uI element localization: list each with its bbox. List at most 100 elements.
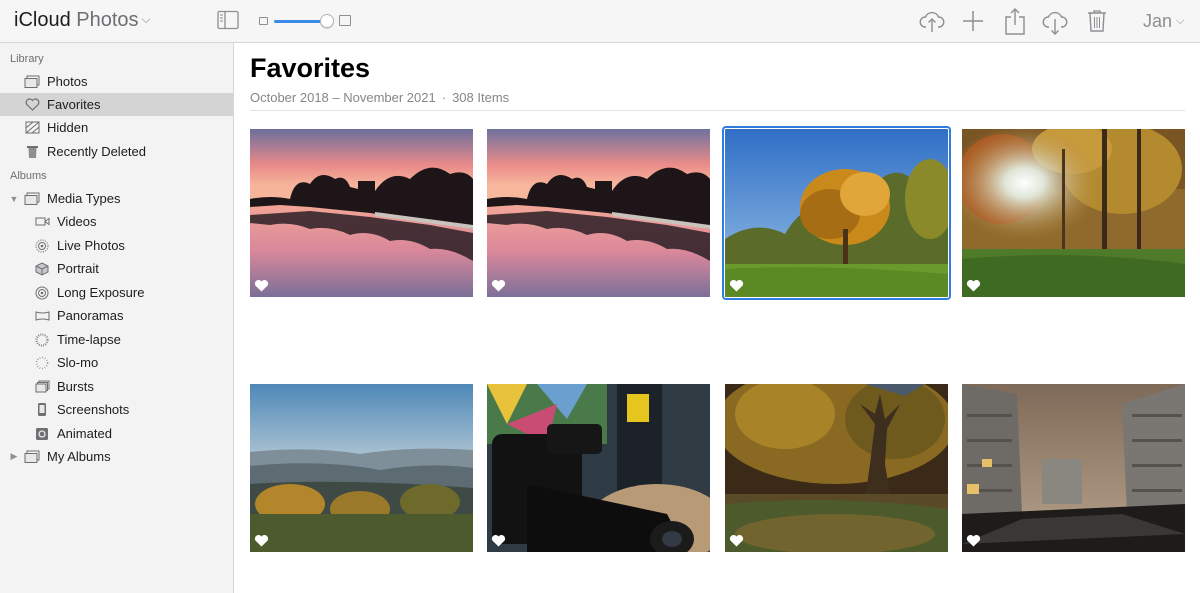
- zoom-slider[interactable]: [259, 14, 351, 28]
- night-street-photo: [962, 384, 1185, 552]
- album-subtitle: October 2018 – November 2021 · 308 Items: [250, 90, 509, 105]
- sidebar-item-label: Screenshots: [57, 402, 130, 417]
- photos-stack-icon: [24, 74, 40, 90]
- long-exposure-icon: [34, 285, 50, 301]
- divider: [250, 110, 1185, 111]
- hidden-icon: [24, 120, 40, 136]
- sunset-river-photo: [487, 129, 710, 297]
- folder-stack-icon: [24, 449, 40, 465]
- bursts-icon: [34, 379, 50, 395]
- sidebar-item-label: Time-lapse: [57, 332, 121, 347]
- sunset-river-photo: [250, 129, 473, 297]
- user-name: Jan: [1143, 11, 1173, 31]
- favorite-heart-icon[interactable]: [491, 534, 506, 547]
- download-icon[interactable]: [1042, 8, 1068, 36]
- sidebar-toggle-icon[interactable]: [217, 10, 239, 30]
- delete-icon[interactable]: [1087, 9, 1107, 33]
- sidebar-item-my-albums[interactable]: ▶ My Albums: [0, 445, 233, 468]
- photo-thumbnail[interactable]: [250, 129, 473, 297]
- sidebar-item-bursts[interactable]: Bursts: [0, 375, 233, 398]
- video-icon: [34, 214, 50, 230]
- autumn-tree-night-photo: [725, 384, 948, 552]
- photo-thumbnail[interactable]: [962, 384, 1185, 552]
- sidebar-item-recently-deleted[interactable]: Recently Deleted: [0, 140, 233, 163]
- sidebar-item-label: Portrait: [57, 261, 99, 276]
- misty-hills-photo: [250, 384, 473, 552]
- main-content: Favorites October 2018 – November 2021 · 3…: [235, 43, 1200, 593]
- sidebar-item-media-types[interactable]: ▼ Media Types: [0, 187, 233, 210]
- chevron-down-icon: ⌵: [1176, 15, 1185, 27]
- albums-header: Albums: [10, 170, 47, 182]
- sidebar-item-label: Hidden: [47, 120, 89, 135]
- upload-icon[interactable]: [919, 8, 945, 34]
- add-icon[interactable]: [962, 10, 984, 32]
- sidebar-item-label: Panoramas: [57, 308, 124, 323]
- disclosure-expanded-icon[interactable]: ▼: [8, 193, 20, 205]
- sidebar-item-label: Favorites: [47, 97, 101, 112]
- sidebar-item-live-photos[interactable]: Live Photos: [0, 234, 233, 257]
- sidebar-item-panoramas[interactable]: Panoramas: [0, 304, 233, 327]
- sidebar-item-videos[interactable]: Videos: [0, 210, 233, 233]
- toolbar: iCloud Photos ⌵ Jan ⌵: [0, 0, 1200, 43]
- sidebar-item-screenshots[interactable]: Screenshots: [0, 398, 233, 421]
- app-section: Photos: [76, 9, 139, 31]
- panorama-icon: [34, 308, 50, 324]
- time-lapse-icon: [34, 332, 50, 348]
- library-header: Library: [10, 53, 44, 65]
- photo-thumbnail[interactable]: [487, 384, 710, 552]
- user-menu[interactable]: Jan ⌵: [1143, 11, 1184, 32]
- autumn-tree-photo: [725, 129, 948, 297]
- favorite-heart-icon[interactable]: [966, 279, 981, 292]
- nikon-camera-photo: [487, 384, 710, 552]
- sidebar-item-label: Photos: [47, 74, 88, 89]
- page-title: Favorites: [250, 53, 371, 83]
- zoom-out-icon[interactable]: [259, 17, 268, 25]
- sidebar-item-label: Live Photos: [57, 238, 125, 253]
- trash-icon: [24, 144, 40, 160]
- photo-thumbnail[interactable]: [725, 384, 948, 552]
- sidebar-item-label: Slo-mo: [57, 355, 99, 370]
- favorite-heart-icon[interactable]: [729, 534, 744, 547]
- sidebar-item-animated[interactable]: Animated: [0, 422, 233, 445]
- date-range: October 2018 – November 2021: [250, 90, 436, 105]
- slo-mo-icon: [34, 355, 50, 371]
- zoom-knob[interactable]: [320, 14, 334, 28]
- live-photo-icon: [34, 238, 50, 254]
- app-name: iCloud: [14, 9, 71, 31]
- sidebar-item-label: My Albums: [47, 449, 111, 464]
- favorite-heart-icon[interactable]: [254, 534, 269, 547]
- sidebar-item-photos[interactable]: Photos: [0, 70, 233, 93]
- favorite-heart-icon[interactable]: [966, 534, 981, 547]
- item-count: 308 Items: [452, 90, 510, 105]
- sidebar-item-slo-mo[interactable]: Slo-mo: [0, 351, 233, 374]
- sidebar-item-label: Bursts: [57, 379, 94, 394]
- sidebar-item-time-lapse[interactable]: Time-lapse: [0, 328, 233, 351]
- sidebar-item-favorites[interactable]: Favorites: [0, 93, 233, 116]
- autumn-forest-photo: [962, 129, 1185, 297]
- favorite-heart-icon[interactable]: [254, 279, 269, 292]
- sidebar-item-portrait[interactable]: Portrait: [0, 257, 233, 280]
- sidebar-item-label: Recently Deleted: [47, 144, 146, 159]
- share-icon[interactable]: [1004, 7, 1026, 35]
- favorite-heart-icon[interactable]: [491, 279, 506, 292]
- disclosure-collapsed-icon[interactable]: ▶: [8, 451, 20, 463]
- sidebar-item-long-exposure[interactable]: Long Exposure: [0, 281, 233, 304]
- sidebar-item-hidden[interactable]: Hidden: [0, 116, 233, 139]
- sidebar-item-label: Videos: [57, 214, 97, 229]
- sidebar: Library Photos Favorites Hidden Recently…: [0, 43, 234, 593]
- zoom-in-icon[interactable]: [339, 15, 351, 26]
- photo-thumbnail-selected[interactable]: [722, 126, 951, 300]
- animated-icon: [34, 426, 50, 442]
- heart-icon: [24, 97, 40, 113]
- photo-thumbnail[interactable]: [487, 129, 710, 297]
- app-title-menu[interactable]: iCloud Photos ⌵: [14, 9, 151, 32]
- separator: ·: [441, 90, 447, 105]
- photo-thumbnail[interactable]: [962, 129, 1185, 297]
- chevron-down-icon: ⌵: [141, 12, 151, 26]
- cube-icon: [34, 261, 50, 277]
- favorite-heart-icon[interactable]: [729, 279, 744, 292]
- screenshot-icon: [34, 402, 50, 418]
- sidebar-item-label: Long Exposure: [57, 285, 145, 300]
- photo-thumbnail[interactable]: [250, 384, 473, 552]
- folder-stack-icon: [24, 191, 40, 207]
